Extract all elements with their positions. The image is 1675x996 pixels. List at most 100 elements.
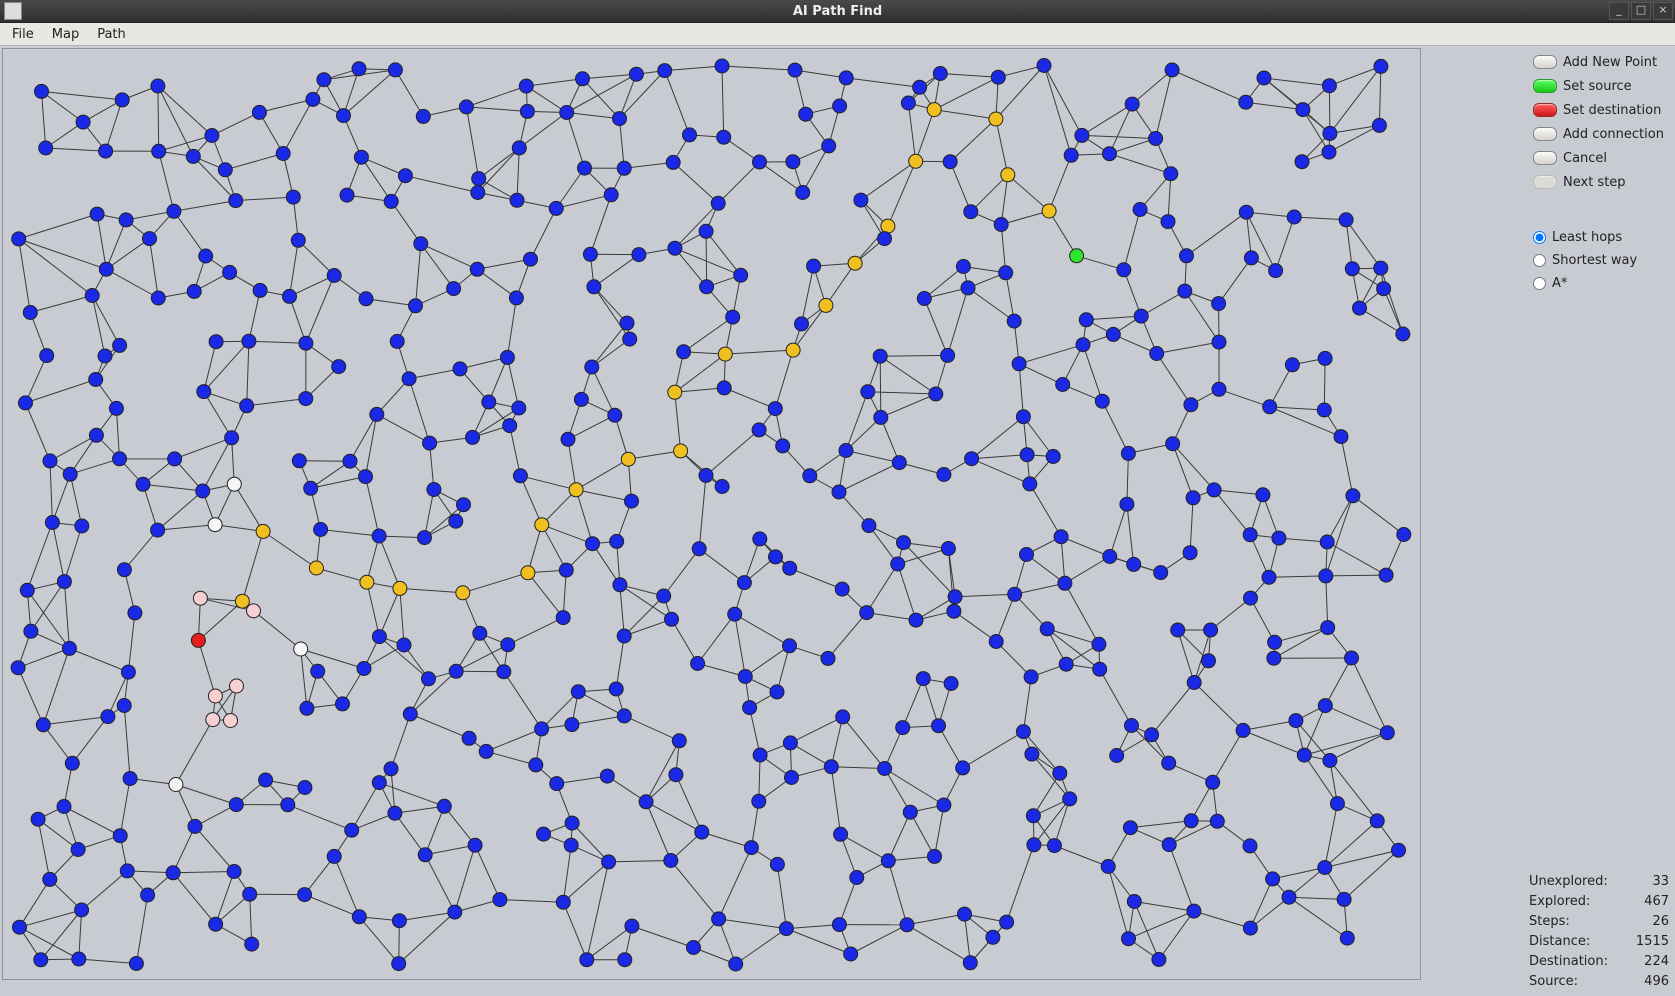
graph-node[interactable] bbox=[618, 953, 632, 967]
graph-node[interactable] bbox=[1165, 63, 1179, 77]
graph-node[interactable] bbox=[668, 241, 682, 255]
graph-node[interactable] bbox=[799, 107, 813, 121]
graph-node[interactable] bbox=[933, 67, 947, 81]
graph-node[interactable] bbox=[744, 841, 758, 855]
graph-node[interactable] bbox=[345, 823, 359, 837]
graph-node[interactable] bbox=[427, 483, 441, 497]
graph-node[interactable] bbox=[521, 566, 535, 580]
graph-node[interactable] bbox=[166, 866, 180, 880]
graph-node[interactable] bbox=[1243, 839, 1257, 853]
graph-node[interactable] bbox=[510, 193, 524, 207]
graph-node[interactable] bbox=[824, 760, 838, 774]
graph-node[interactable] bbox=[1266, 872, 1280, 886]
graph-node[interactable] bbox=[901, 96, 915, 110]
graph-node[interactable] bbox=[617, 161, 631, 175]
graph-node[interactable] bbox=[1125, 97, 1139, 111]
graph-node[interactable] bbox=[569, 483, 583, 497]
graph-node[interactable] bbox=[120, 864, 134, 878]
graph-node[interactable] bbox=[1396, 327, 1410, 341]
graph-node[interactable] bbox=[717, 130, 731, 144]
graph-node[interactable] bbox=[832, 485, 846, 499]
graph-node[interactable] bbox=[169, 778, 183, 792]
graph-node[interactable] bbox=[136, 477, 150, 491]
graph-node[interactable] bbox=[388, 63, 402, 77]
graph-node[interactable] bbox=[336, 697, 350, 711]
graph-node[interactable] bbox=[873, 349, 887, 363]
graph-node[interactable] bbox=[392, 914, 406, 928]
graph-node[interactable] bbox=[524, 252, 538, 266]
graph-node[interactable] bbox=[1184, 398, 1198, 412]
graph-node[interactable] bbox=[317, 73, 331, 87]
graph-node[interactable] bbox=[225, 431, 239, 445]
graph-node[interactable] bbox=[695, 825, 709, 839]
graph-node[interactable] bbox=[666, 155, 680, 169]
graph-node[interactable] bbox=[19, 396, 33, 410]
graph-node[interactable] bbox=[1164, 167, 1178, 181]
graph-node[interactable] bbox=[795, 317, 809, 331]
graph-node[interactable] bbox=[878, 232, 892, 246]
graph-node[interactable] bbox=[556, 895, 570, 909]
graph-node[interactable] bbox=[672, 734, 686, 748]
menu-path[interactable]: Path bbox=[89, 25, 134, 44]
graph-node[interactable] bbox=[497, 665, 511, 679]
graph-node[interactable] bbox=[1120, 497, 1134, 511]
graph-node[interactable] bbox=[896, 721, 910, 735]
graph-node[interactable] bbox=[471, 186, 485, 200]
graph-node[interactable] bbox=[57, 800, 71, 814]
graph-node[interactable] bbox=[1187, 904, 1201, 918]
graph-node[interactable] bbox=[1047, 839, 1061, 853]
graph-node[interactable] bbox=[98, 349, 112, 363]
graph-node[interactable] bbox=[1319, 569, 1333, 583]
graph-node[interactable] bbox=[632, 248, 646, 262]
graph-node[interactable] bbox=[963, 956, 977, 970]
graph-node[interactable] bbox=[850, 871, 864, 885]
graph-node[interactable] bbox=[359, 470, 373, 484]
graph-node[interactable] bbox=[20, 583, 34, 597]
graph-node[interactable] bbox=[304, 481, 318, 495]
graph-node[interactable] bbox=[753, 748, 767, 762]
graph-node[interactable] bbox=[1025, 747, 1039, 761]
graph-node[interactable] bbox=[218, 163, 232, 177]
graph-node[interactable] bbox=[113, 829, 127, 843]
graph-node[interactable] bbox=[683, 128, 697, 142]
graph-node[interactable] bbox=[1263, 400, 1277, 414]
graph-node[interactable] bbox=[224, 714, 238, 728]
graph-node[interactable] bbox=[986, 930, 1000, 944]
graph-node[interactable] bbox=[299, 336, 313, 350]
graph-node[interactable] bbox=[191, 633, 205, 647]
graph-node[interactable] bbox=[85, 289, 99, 303]
graph-node[interactable] bbox=[449, 664, 463, 678]
graph-node[interactable] bbox=[384, 762, 398, 776]
graph-node[interactable] bbox=[337, 109, 351, 123]
graph-node[interactable] bbox=[449, 514, 463, 528]
graph-node[interactable] bbox=[609, 682, 623, 696]
graph-node[interactable] bbox=[357, 662, 371, 676]
graph-node[interactable] bbox=[1161, 215, 1175, 229]
graph-node[interactable] bbox=[199, 249, 213, 263]
graph-node[interactable] bbox=[994, 218, 1008, 232]
graph-node[interactable] bbox=[586, 537, 600, 551]
graph-node[interactable] bbox=[860, 606, 874, 620]
graph-node[interactable] bbox=[913, 80, 927, 94]
graph-node[interactable] bbox=[839, 71, 853, 85]
graph-node[interactable] bbox=[1287, 210, 1301, 224]
graph-node[interactable] bbox=[1377, 282, 1391, 296]
graph-node[interactable] bbox=[229, 194, 243, 208]
graph-node[interactable] bbox=[513, 469, 527, 483]
graph-node[interactable] bbox=[1323, 754, 1337, 768]
graph-node[interactable] bbox=[500, 350, 514, 364]
graph-node[interactable] bbox=[89, 428, 103, 442]
radio-input[interactable] bbox=[1533, 231, 1546, 244]
graph-node[interactable] bbox=[1180, 249, 1194, 263]
graph-node[interactable] bbox=[1345, 651, 1359, 665]
graph-node[interactable] bbox=[1075, 128, 1089, 142]
graph-node[interactable] bbox=[473, 626, 487, 640]
graph-node[interactable] bbox=[1321, 621, 1335, 635]
radio-input[interactable] bbox=[1533, 254, 1546, 267]
graph-node[interactable] bbox=[121, 665, 135, 679]
graph-node[interactable] bbox=[89, 373, 103, 387]
graph-node[interactable] bbox=[783, 639, 797, 653]
graph-node[interactable] bbox=[1183, 546, 1197, 560]
graph-node[interactable] bbox=[470, 262, 484, 276]
graph-node[interactable] bbox=[576, 72, 590, 86]
